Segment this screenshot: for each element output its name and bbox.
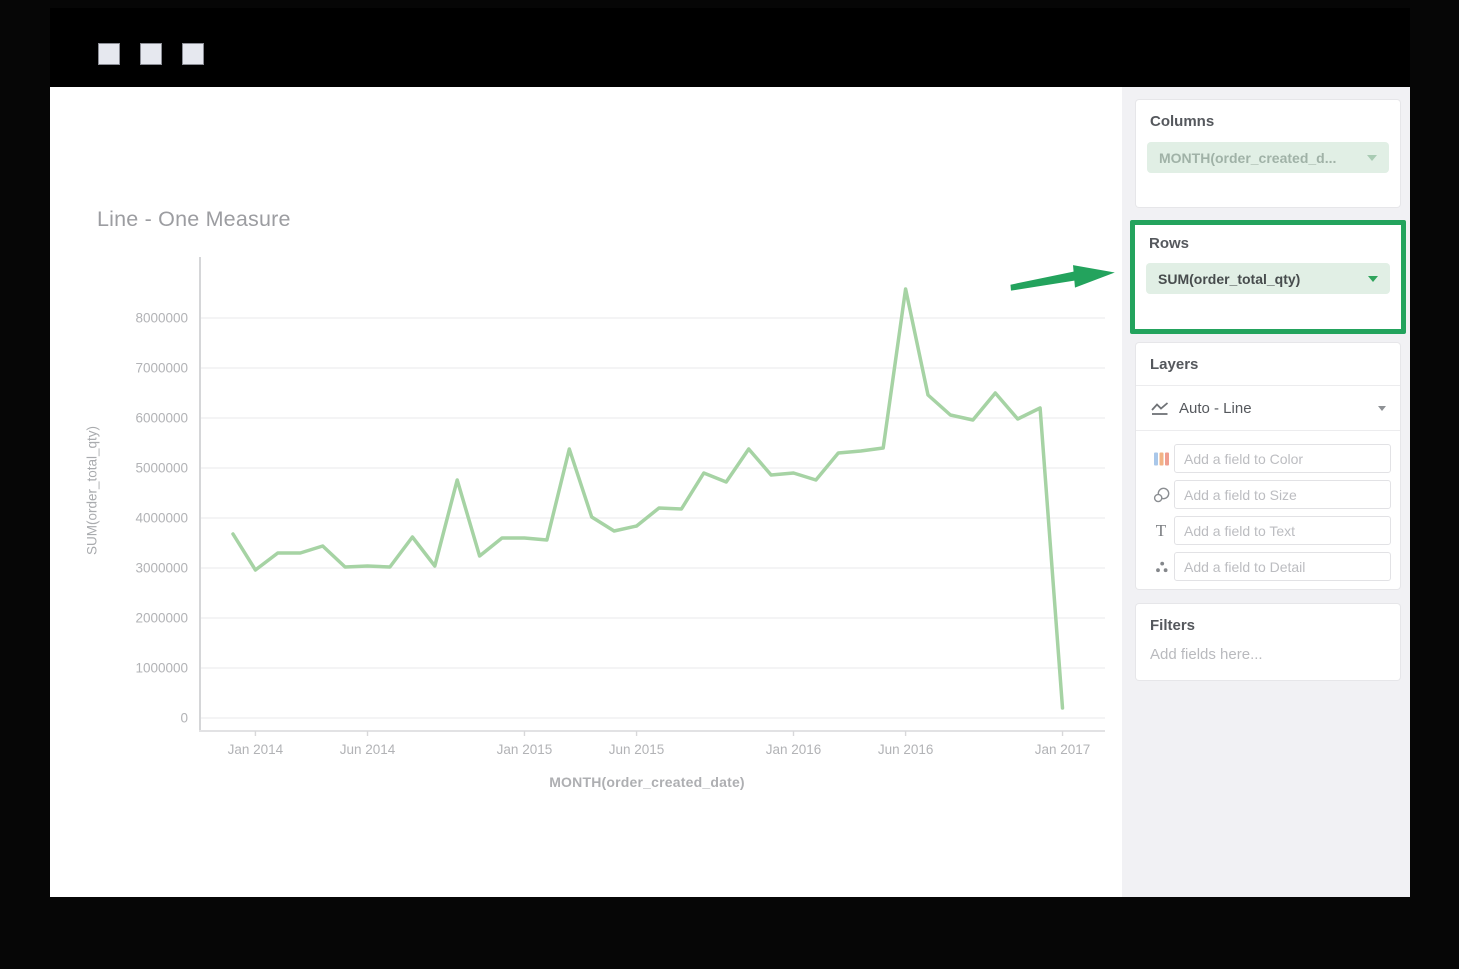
columns-pill-label: MONTH(order_created_d... — [1159, 149, 1337, 166]
color-bars-icon — [1148, 452, 1174, 466]
chevron-down-icon[interactable] — [1378, 405, 1386, 411]
window-control-square-1-icon[interactable] — [98, 43, 120, 65]
svg-text:6000000: 6000000 — [135, 411, 188, 426]
x-axis-title: MONTH(order_created_date) — [549, 774, 745, 790]
svg-text:Jun 2014: Jun 2014 — [340, 742, 396, 757]
color-field-row — [1148, 444, 1391, 473]
size-field-row — [1148, 480, 1391, 509]
line-mark-icon — [1151, 401, 1169, 415]
svg-text:Jun 2016: Jun 2016 — [878, 742, 934, 757]
rows-field-pill[interactable]: SUM(order_total_qty) — [1146, 263, 1390, 294]
window-titlebar — [50, 8, 1410, 87]
text-t-icon: T — [1155, 521, 1167, 540]
detail-field-row — [1148, 552, 1391, 581]
svg-text:0: 0 — [180, 711, 188, 726]
window-control-square-3-icon[interactable] — [182, 43, 204, 65]
window-control-square-2-icon[interactable] — [140, 43, 162, 65]
svg-text:Jan 2017: Jan 2017 — [1035, 742, 1091, 757]
workspace: Line - One Measure SUM(order_total_qty) … — [50, 87, 1410, 897]
mark-type-label: Auto - Line — [1179, 399, 1252, 417]
svg-text:8000000: 8000000 — [135, 311, 188, 326]
filters-header: Filters — [1150, 617, 1196, 634]
filters-drop-target[interactable]: Add fields here... — [1136, 634, 1400, 663]
svg-text:5000000: 5000000 — [135, 461, 188, 476]
columns-shelf: Columns MONTH(order_created_d... — [1136, 100, 1400, 207]
svg-text:4000000: 4000000 — [135, 511, 188, 526]
chart-area: Line - One Measure SUM(order_total_qty) … — [50, 87, 1122, 897]
svg-text:Jun 2015: Jun 2015 — [609, 742, 665, 757]
svg-text:Jan 2016: Jan 2016 — [766, 742, 822, 757]
columns-header: Columns — [1150, 113, 1215, 130]
svg-text:3000000: 3000000 — [135, 561, 188, 576]
columns-field-pill[interactable]: MONTH(order_created_d... — [1147, 142, 1389, 173]
detail-dots-icon — [1148, 560, 1174, 574]
svg-text:Jan 2014: Jan 2014 — [228, 742, 284, 757]
add-field-to-detail-input[interactable] — [1174, 552, 1391, 581]
mark-type-selector[interactable]: Auto - Line — [1136, 386, 1400, 430]
svg-text:1000000: 1000000 — [135, 661, 188, 676]
properties-panel: Columns MONTH(order_created_d... Rows SU… — [1122, 87, 1410, 897]
chevron-down-icon[interactable] — [1368, 275, 1378, 282]
svg-text:2000000: 2000000 — [135, 611, 188, 626]
add-field-to-text-input[interactable] — [1174, 516, 1391, 545]
svg-text:7000000: 7000000 — [135, 361, 188, 376]
app-window: Line - One Measure SUM(order_total_qty) … — [50, 8, 1410, 897]
svg-text:Jan 2015: Jan 2015 — [497, 742, 553, 757]
layers-section: Layers Auto - Line Add a field to Color … — [1136, 343, 1400, 589]
chevron-down-icon[interactable] — [1367, 154, 1377, 161]
encoding-fields: T — [1136, 431, 1400, 581]
add-field-to-color-input[interactable] — [1174, 444, 1391, 473]
rows-highlight-box: Rows SUM(order_total_qty) — [1130, 220, 1406, 334]
text-field-row: T — [1148, 516, 1391, 545]
layers-header: Layers — [1150, 356, 1199, 373]
rows-pill-label: SUM(order_total_qty) — [1158, 270, 1301, 287]
size-circles-icon — [1148, 487, 1174, 503]
rows-header: Rows — [1149, 235, 1190, 252]
filters-section: Filters Add fields here... — [1136, 604, 1400, 680]
add-field-to-size-input[interactable] — [1174, 480, 1391, 509]
